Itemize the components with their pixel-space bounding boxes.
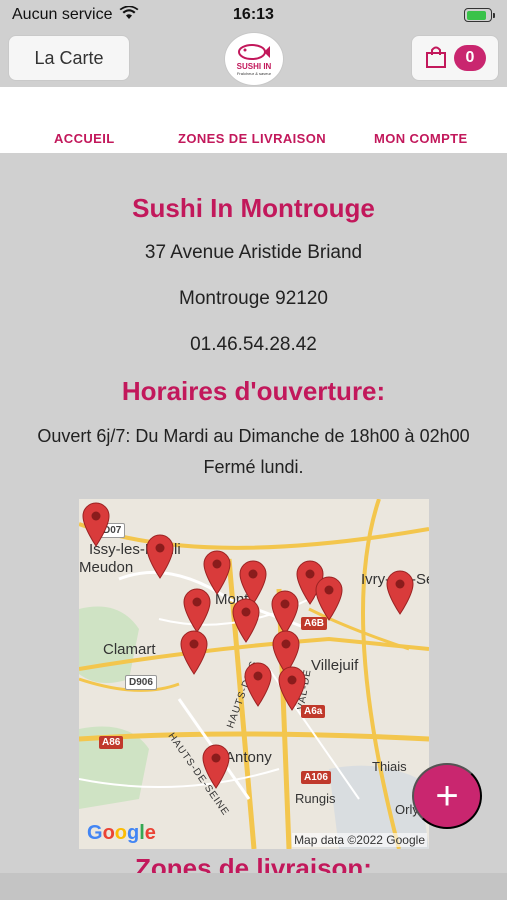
main-content: Sushi In Montrouge 37 Avenue Aristide Br… [0,153,507,883]
google-logo: Google [87,822,156,844]
map-label-thiais: Thiais [372,759,407,774]
map-pin-icon[interactable] [231,597,261,643]
map-pin-icon[interactable] [243,661,273,707]
restaurant-phone[interactable]: 01.46.54.28.42 [0,334,507,356]
logo-title: SUSHI IN [236,62,272,71]
restaurant-city: Montrouge 92120 [179,288,328,309]
plus-icon: + [435,774,459,818]
carrier-label: Aucun service [12,6,113,23]
status-left: Aucun service [12,5,139,25]
map-label-clamart: Clamart [103,641,156,658]
restaurant-address: 37 Avenue Aristide Briand [144,242,363,263]
map-label-villejuif: Villejuif [311,657,359,674]
cart-button[interactable]: 0 [411,35,499,81]
brand-logo[interactable]: SUSHI IN Fraîcheur & saveur [224,32,284,86]
shopping-bag-icon [424,45,448,72]
hours-schedule: Ouvert 6j/7: Du Mardi au Dimanche de 18h… [37,426,470,446]
fish-icon [238,44,270,60]
map-pin-icon[interactable] [145,533,175,579]
delivery-map[interactable]: Issy-les-Mouli Meudon Mont Ivry-sur-Sei … [79,499,429,849]
map-label-antony: Antony [225,749,272,766]
logo-subtitle: Fraîcheur & saveur [236,71,271,76]
road-sign-d906: D906 [125,675,157,690]
road-sign-a106: A106 [301,771,331,784]
bottom-bar [0,873,507,900]
road-sign-a86: A86 [99,736,124,749]
nav-item-zones-de-livraison[interactable]: ZONES DE LIVRAISON [178,131,326,146]
nav-item-mon-compte[interactable]: MON COMPTE [374,131,468,146]
map-pin-icon[interactable] [179,629,209,675]
hours-title: Horaires d'ouverture: [121,376,386,406]
hours-closed: Fermé lundi. [203,457,304,477]
main-nav: ACCUEIL ZONES DE LIVRAISON MON COMPTE [0,87,507,153]
map-pin-icon[interactable] [277,665,307,711]
status-bar: Aucun service 16:13 [0,0,507,30]
map-pin-icon[interactable] [314,575,344,621]
cart-count-badge: 0 [454,45,486,71]
menu-button[interactable]: La Carte [8,35,130,81]
map-pin-icon[interactable] [182,587,212,633]
nav-item-accueil[interactable]: ACCUEIL [54,131,115,146]
map-pin-icon[interactable] [81,501,111,547]
map-attribution[interactable]: Map data ©2022 Google [292,833,427,847]
map-pin-icon[interactable] [201,743,231,789]
map-label-meudon: Meudon [79,559,134,576]
wifi-icon [119,5,139,25]
restaurant-name: Sushi In Montrouge [132,193,375,223]
add-fab-button[interactable]: + [412,763,482,829]
app-header: La Carte SUSHI IN Fraîcheur & saveur 0 [0,30,507,86]
map-label-rungis: Rungis [295,791,336,806]
battery-icon [464,8,495,22]
map-pin-icon[interactable] [385,569,415,615]
